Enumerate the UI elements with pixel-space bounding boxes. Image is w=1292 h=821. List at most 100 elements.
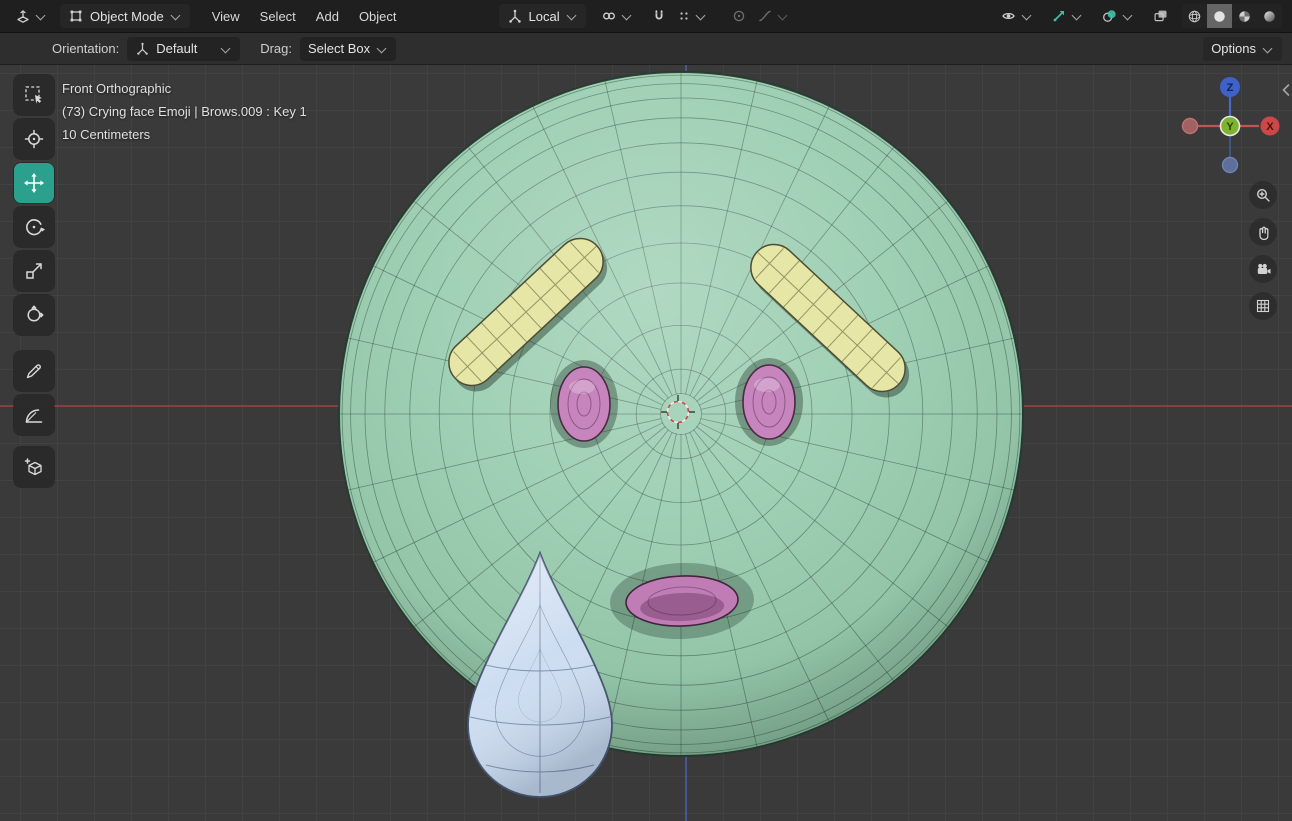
overlays-dropdown[interactable] bbox=[1096, 4, 1139, 28]
snap-toggle[interactable] bbox=[646, 4, 672, 28]
object-mode-label: Object Mode bbox=[90, 8, 164, 24]
proportional-circle-icon bbox=[733, 10, 744, 22]
pan-hand-icon bbox=[1259, 226, 1269, 240]
gizmos-dropdown[interactable] bbox=[1046, 4, 1088, 28]
tool-settings-bar: Orientation: Default Drag: Select Box Op… bbox=[0, 33, 1292, 65]
snap-settings-icon bbox=[680, 12, 688, 20]
chevron-left-icon bbox=[1282, 84, 1290, 96]
viewport-3d[interactable]: Front Orthographic (73) Crying face Emoj… bbox=[0, 65, 1292, 821]
right-eye-object[interactable] bbox=[735, 358, 803, 446]
transform-icon bbox=[27, 305, 44, 322]
axis-x-handle[interactable]: X bbox=[1260, 116, 1280, 136]
menu-add[interactable]: Add bbox=[306, 0, 349, 32]
pan-button[interactable] bbox=[1249, 218, 1277, 246]
header-menus: View Select Add Object bbox=[202, 0, 407, 32]
orientation-value: Default bbox=[156, 41, 198, 56]
chevron-down-icon bbox=[1122, 11, 1134, 21]
viewport-info: Front Orthographic (73) Crying face Emoj… bbox=[62, 77, 307, 146]
object-mode-icon bbox=[70, 10, 82, 22]
shading-rendered-button[interactable] bbox=[1257, 4, 1282, 28]
add-cube-icon bbox=[24, 458, 42, 476]
wireframe-shading-icon bbox=[1188, 10, 1201, 22]
chevron-down-icon bbox=[566, 11, 578, 21]
tool-select-box[interactable] bbox=[14, 75, 54, 115]
sidebar-toggle[interactable] bbox=[1281, 83, 1291, 100]
shading-wireframe-button[interactable] bbox=[1182, 4, 1207, 28]
camera-view-button[interactable] bbox=[1249, 255, 1277, 283]
cursor-icon bbox=[24, 129, 44, 149]
scale-icon bbox=[26, 263, 42, 279]
face-shading bbox=[339, 72, 1023, 756]
camera-icon bbox=[1257, 263, 1271, 274]
tool-move[interactable] bbox=[14, 163, 54, 203]
tool-rotate[interactable] bbox=[14, 207, 54, 247]
annotate-icon bbox=[26, 364, 41, 379]
visibility-eye-icon bbox=[1002, 12, 1015, 20]
tool-transform[interactable] bbox=[14, 295, 54, 335]
menu-object[interactable]: Object bbox=[349, 0, 407, 32]
perspective-toggle-button[interactable] bbox=[1249, 292, 1277, 320]
material-shading-icon bbox=[1239, 10, 1250, 22]
pivot-point-icon bbox=[602, 12, 615, 20]
chevron-down-icon bbox=[220, 44, 232, 54]
axis-z-handle[interactable]: Z bbox=[1220, 77, 1240, 97]
falloff-curve-icon bbox=[758, 10, 771, 22]
chevron-down-icon bbox=[376, 44, 388, 54]
xray-toggle[interactable] bbox=[1147, 4, 1174, 28]
viewport-controls bbox=[1249, 181, 1277, 320]
proportional-falloff-dropdown[interactable] bbox=[752, 4, 794, 28]
select-box-icon bbox=[25, 86, 42, 104]
shading-solid-button[interactable] bbox=[1207, 4, 1232, 28]
active-object-text: (73) Crying face Emoji | Brows.009 : Key… bbox=[62, 104, 307, 119]
axis-x-label: X bbox=[1266, 121, 1274, 133]
orientation-dropdown[interactable]: Default bbox=[127, 36, 241, 61]
axis-y-handle[interactable]: Y bbox=[1219, 115, 1241, 137]
tool-add-cube[interactable] bbox=[14, 447, 54, 487]
scale-text: 10 Centimeters bbox=[62, 127, 151, 142]
axis-x-negative-handle[interactable] bbox=[1181, 117, 1199, 135]
transform-orientation-dropdown[interactable]: Local bbox=[498, 4, 586, 28]
proportional-editing-toggle[interactable] bbox=[726, 4, 752, 28]
transform-orientation-label: Local bbox=[528, 8, 560, 24]
orientation-axis-icon bbox=[508, 9, 521, 23]
rendered-shading-icon bbox=[1264, 10, 1275, 22]
axis-z-label: Z bbox=[1227, 82, 1234, 94]
orientation-label: Orientation: bbox=[52, 41, 120, 56]
chevron-down-icon bbox=[1021, 11, 1033, 21]
pivot-point-dropdown[interactable] bbox=[596, 4, 638, 28]
object-visibility-dropdown[interactable] bbox=[995, 4, 1038, 28]
face-object[interactable] bbox=[338, 71, 1024, 757]
axis-y-label: Y bbox=[1226, 121, 1234, 133]
orientation-axis-icon bbox=[137, 42, 148, 55]
magnet-icon bbox=[654, 10, 663, 20]
shading-material-button[interactable] bbox=[1232, 4, 1257, 28]
options-dropdown[interactable]: Options bbox=[1203, 36, 1282, 61]
xray-icon bbox=[1154, 10, 1167, 22]
overlays-icon bbox=[1103, 10, 1116, 22]
chevron-down-icon bbox=[695, 11, 707, 21]
viewport-header: Object Mode View Select Add Object Local bbox=[0, 0, 1292, 33]
left-eye-object[interactable] bbox=[550, 360, 618, 448]
viewport-canvas[interactable] bbox=[0, 65, 1292, 821]
grid-icon bbox=[1256, 299, 1270, 313]
menu-view[interactable]: View bbox=[202, 0, 250, 32]
tool-cursor[interactable] bbox=[14, 119, 54, 159]
shading-mode-segment bbox=[1182, 4, 1282, 28]
drag-value: Select Box bbox=[308, 41, 371, 56]
chevron-down-icon bbox=[1262, 44, 1274, 54]
solid-shading-icon bbox=[1214, 10, 1225, 22]
axis-z-negative-handle[interactable] bbox=[1221, 156, 1239, 174]
tool-scale[interactable] bbox=[14, 251, 54, 291]
drag-dropdown[interactable]: Select Box bbox=[300, 36, 397, 61]
zoom-button[interactable] bbox=[1249, 181, 1277, 209]
object-mode-dropdown[interactable]: Object Mode bbox=[60, 4, 190, 28]
snap-settings-dropdown[interactable] bbox=[672, 4, 712, 28]
navigation-gizmo[interactable]: Z X Y bbox=[1178, 71, 1282, 179]
tool-measure[interactable] bbox=[14, 395, 54, 435]
chevron-down-icon bbox=[1071, 11, 1083, 21]
chevron-down-icon bbox=[170, 11, 182, 21]
editor-type-button[interactable] bbox=[10, 4, 52, 28]
move-icon bbox=[24, 173, 44, 193]
menu-select[interactable]: Select bbox=[250, 0, 306, 32]
tool-annotate[interactable] bbox=[14, 351, 54, 391]
